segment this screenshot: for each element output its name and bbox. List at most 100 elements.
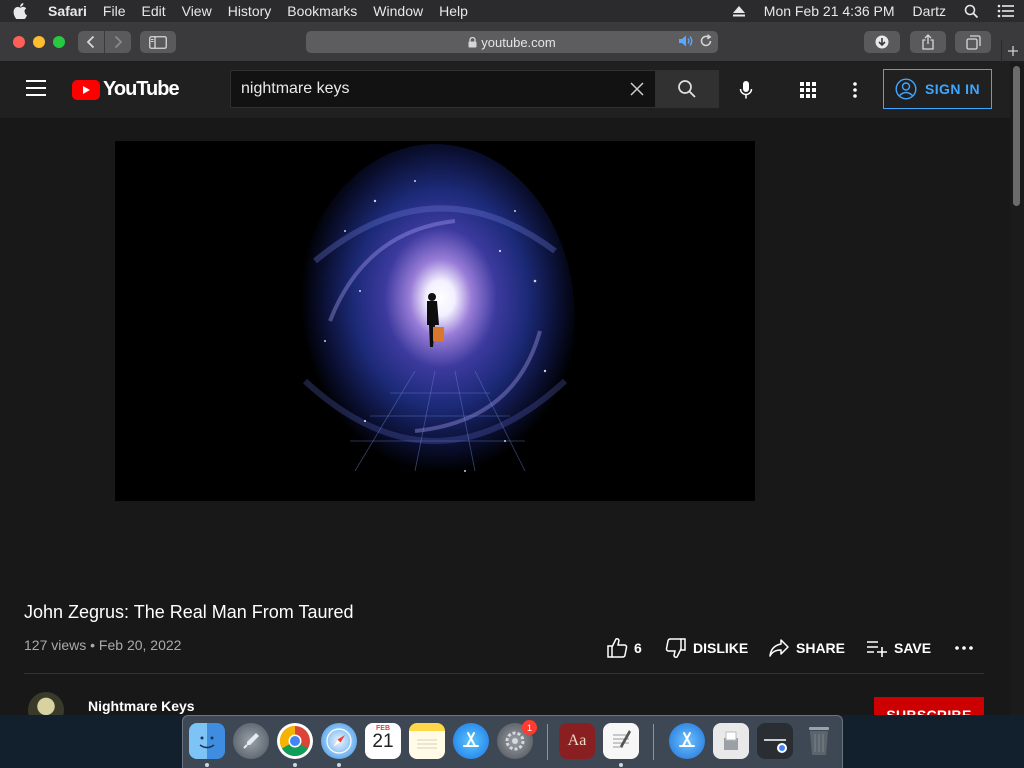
window-fullscreen-button[interactable]: [53, 36, 65, 48]
audio-playing-icon[interactable]: [678, 34, 694, 51]
reload-icon[interactable]: [699, 34, 713, 51]
video-player[interactable]: [115, 141, 755, 501]
eject-icon[interactable]: [723, 5, 755, 17]
sidebar-toggle-button[interactable]: [140, 31, 176, 53]
textedit-icon[interactable]: [603, 723, 639, 759]
url-text: youtube.com: [481, 34, 556, 50]
document-stack-icon[interactable]: [713, 723, 749, 759]
hamburger-menu-icon[interactable]: [26, 80, 46, 96]
notification-badge: 1: [522, 720, 537, 735]
save-button[interactable]: SAVE: [866, 636, 931, 660]
sign-in-button[interactable]: SIGN IN: [883, 69, 992, 109]
account-circle-icon: [895, 78, 917, 100]
video-thumbnail: [115, 141, 755, 501]
microphone-icon: [739, 81, 753, 99]
menu-bar: Safari File Edit View History Bookmarks …: [0, 0, 1024, 22]
dislike-label: DISLIKE: [693, 640, 749, 656]
youtube-logo[interactable]: YouTube: [72, 78, 180, 101]
scrollbar-thumb[interactable]: [1013, 66, 1020, 206]
window-minimize-button[interactable]: [33, 36, 45, 48]
menu-bookmarks[interactable]: Bookmarks: [279, 0, 365, 22]
menu-file[interactable]: File: [95, 0, 134, 22]
youtube-wordmark: YouTube: [103, 78, 180, 100]
playlist-add-icon: [867, 641, 887, 657]
textedit-running-dot: [619, 763, 623, 767]
youtube-page: YouTube nightmare keys SIGN IN John Zegr…: [0, 62, 1010, 715]
menu-help[interactable]: Help: [431, 0, 476, 22]
safari-icon[interactable]: [321, 723, 357, 759]
tab-overview-button[interactable]: [955, 31, 991, 53]
menu-edit[interactable]: Edit: [133, 0, 173, 22]
share-icon: [922, 34, 934, 50]
sign-in-label: SIGN IN: [925, 81, 980, 97]
voice-search-button[interactable]: [732, 76, 760, 104]
window-close-button[interactable]: [13, 36, 25, 48]
new-tab-button[interactable]: [1001, 40, 1023, 62]
system-preferences-icon[interactable]: 1: [497, 720, 537, 759]
menu-history[interactable]: History: [220, 0, 280, 22]
settings-more-button[interactable]: [843, 78, 867, 102]
safari-running-dot: [337, 763, 341, 767]
share-label: SHARE: [796, 640, 846, 656]
download-icon: [875, 35, 889, 49]
apps-grid-icon: [800, 82, 816, 98]
chevron-left-icon: [86, 35, 95, 49]
back-button[interactable]: [78, 31, 104, 53]
dock: FEB 21 1 Aa: [182, 715, 843, 768]
menu-clock[interactable]: Mon Feb 21 4:36 PM: [755, 0, 904, 22]
share-toolbar-button[interactable]: [910, 31, 946, 53]
downloads-button[interactable]: [864, 31, 900, 53]
search-box: [230, 70, 656, 108]
menu-view[interactable]: View: [174, 0, 220, 22]
finder-icon[interactable]: [189, 723, 225, 759]
plus-icon: [1007, 46, 1018, 56]
spotlight-search-icon[interactable]: [955, 4, 988, 19]
like-count: 6: [634, 640, 642, 656]
subscribe-button[interactable]: SUBSCRIBE: [874, 697, 984, 715]
forward-button[interactable]: [105, 31, 131, 53]
finder-running-dot: [205, 763, 209, 767]
app-store-icon[interactable]: [453, 723, 489, 759]
calendar-icon[interactable]: FEB 21: [365, 723, 401, 759]
notes-icon[interactable]: [409, 723, 445, 759]
youtube-play-icon: [72, 79, 100, 100]
vertical-dots-icon: [853, 82, 857, 98]
search-icon: [678, 80, 696, 98]
video-more-actions-button[interactable]: [955, 636, 973, 660]
search-button[interactable]: [655, 70, 719, 108]
lock-icon: [468, 36, 477, 48]
thumbs-down-icon: [665, 638, 686, 659]
tabs-icon: [965, 34, 981, 50]
launchpad-icon[interactable]: [233, 723, 269, 759]
video-meta: 127 views • Feb 20, 2022: [24, 637, 182, 653]
share-arrow-icon: [769, 639, 789, 657]
search-input[interactable]: [231, 71, 611, 107]
dock-separator: [653, 724, 654, 760]
share-button[interactable]: SHARE: [768, 636, 845, 660]
chevron-right-icon: [114, 35, 123, 49]
downloads-stack-icon[interactable]: [757, 723, 793, 759]
apple-menu-icon[interactable]: [0, 3, 40, 19]
youtube-apps-button[interactable]: [796, 78, 820, 102]
youtube-header: YouTube nightmare keys SIGN IN: [0, 62, 1010, 118]
dictionary-icon[interactable]: Aa: [559, 723, 595, 759]
address-bar[interactable]: youtube.com: [306, 31, 718, 53]
safari-toolbar: youtube.com: [0, 22, 1024, 62]
menu-app-name[interactable]: Safari: [40, 0, 95, 22]
sidebar-icon: [149, 35, 167, 49]
channel-name[interactable]: Nightmare Keys: [88, 698, 195, 714]
like-button[interactable]: 6: [606, 636, 642, 660]
dock-separator: [547, 724, 548, 760]
trash-icon[interactable]: [801, 723, 837, 759]
clear-search-icon[interactable]: [629, 81, 645, 102]
chrome-running-dot: [293, 763, 297, 767]
menu-user[interactable]: Dartz: [904, 0, 955, 22]
chrome-icon[interactable]: [277, 723, 313, 759]
menu-window[interactable]: Window: [365, 0, 431, 22]
page-scrollbar[interactable]: [1010, 62, 1024, 715]
channel-avatar[interactable]: [28, 692, 64, 715]
dislike-button[interactable]: DISLIKE: [665, 636, 748, 660]
app-store-download-icon[interactable]: [669, 723, 705, 759]
notification-center-icon[interactable]: [988, 4, 1024, 18]
divider: [24, 673, 984, 674]
